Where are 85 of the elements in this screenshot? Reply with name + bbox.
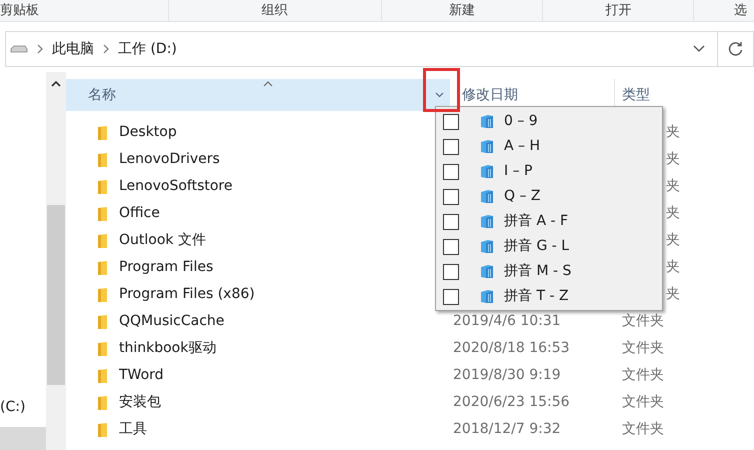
- modified-date: 2020/6/23 15:56: [453, 394, 570, 410]
- checkbox[interactable]: [443, 114, 459, 130]
- file-type: 文件夹: [622, 394, 664, 410]
- refresh-icon[interactable]: [728, 41, 744, 57]
- modified-date: 2018/12/7 9:32: [453, 421, 561, 437]
- ribbon-group-label: 选: [734, 2, 748, 20]
- file-name[interactable]: QQMusicCache: [119, 311, 224, 332]
- file-name[interactable]: LenovoDrivers: [119, 149, 220, 170]
- ribbon-group-label: 剪贴板: [0, 2, 39, 20]
- folder-icon: [97, 340, 108, 356]
- file-type: 夹: [666, 259, 680, 275]
- checkbox[interactable]: [443, 264, 459, 280]
- chevron-icon: [37, 44, 43, 54]
- folder-stack-icon: [480, 214, 494, 229]
- file-name[interactable]: 工具: [119, 419, 147, 440]
- folder-icon: [97, 260, 108, 276]
- folder-icon: [97, 178, 108, 194]
- drive-icon: [10, 44, 28, 54]
- highlight-frame: [423, 68, 460, 112]
- file-type: 夹: [666, 205, 680, 221]
- folder-icon: [97, 124, 108, 140]
- caret-icon: [434, 92, 444, 98]
- folder-stack-icon: [480, 239, 494, 254]
- file-name[interactable]: Program Files: [119, 257, 214, 278]
- file-type: 文件夹: [622, 340, 664, 356]
- checkbox[interactable]: [443, 288, 459, 304]
- folder-stack-icon: [480, 289, 494, 304]
- folder-stack-icon: [480, 139, 494, 154]
- sort-ascending-icon: [263, 81, 273, 87]
- folder-stack-icon: [480, 164, 494, 179]
- file-type: 夹: [666, 124, 680, 140]
- file-name[interactable]: Outlook 文件: [119, 230, 206, 251]
- filter-option[interactable]: Q – Z: [436, 184, 662, 209]
- scrollbar-thumb[interactable]: [47, 205, 65, 385]
- folder-stack-icon: [480, 264, 494, 279]
- scroll-up-icon[interactable]: [51, 80, 61, 87]
- file-name[interactable]: Desktop: [119, 122, 177, 143]
- chevron-icon: [103, 44, 109, 54]
- filter-option[interactable]: I – P: [436, 159, 662, 184]
- breadcrumb[interactable]: 工作 (D:): [118, 38, 177, 60]
- column-header[interactable]: 名称: [66, 79, 428, 111]
- checkbox[interactable]: [443, 214, 459, 230]
- checkbox[interactable]: [443, 238, 459, 254]
- filter-option[interactable]: 拼音 M - S: [436, 259, 662, 284]
- checkbox[interactable]: [443, 188, 459, 204]
- folder-icon: [97, 232, 108, 248]
- file-name[interactable]: Office: [119, 203, 160, 224]
- ribbon-group-label: 打开: [605, 2, 632, 20]
- column-header[interactable]: 类型: [615, 79, 725, 111]
- file-name[interactable]: TWord: [119, 365, 164, 386]
- dropdown-caret-icon[interactable]: [693, 45, 705, 53]
- ribbon-group-label: 新建: [449, 2, 476, 20]
- filter-option[interactable]: 拼音 G - L: [436, 234, 662, 259]
- filter-option[interactable]: 0 – 9: [436, 109, 662, 134]
- ribbon-group-label: 组织: [262, 2, 288, 20]
- file-type: 夹: [666, 178, 680, 194]
- folder-icon: [97, 206, 108, 222]
- modified-date: 2019/4/6 10:31: [453, 313, 561, 329]
- filter-option[interactable]: 拼音 T - Z: [436, 284, 662, 309]
- folder-icon: [97, 314, 108, 330]
- breadcrumb[interactable]: 此电脑: [52, 38, 94, 60]
- folder-icon: [97, 422, 108, 438]
- nav-item[interactable]: (C:): [0, 395, 46, 420]
- folder-icon: [97, 368, 108, 384]
- file-name[interactable]: 安装包: [119, 392, 161, 413]
- folder-icon: [97, 152, 108, 168]
- folder-stack-icon: [480, 189, 494, 204]
- file-type: 夹: [666, 286, 680, 302]
- file-type: 文件夹: [622, 367, 664, 383]
- modified-date: 2019/8/30 9:19: [453, 367, 561, 383]
- checkbox[interactable]: [443, 164, 459, 180]
- folder-icon: [97, 286, 108, 302]
- file-name[interactable]: Program Files (x86): [119, 284, 255, 305]
- folder-icon: [97, 394, 108, 410]
- file-name[interactable]: thinkbook驱动: [119, 338, 216, 359]
- filter-option[interactable]: A – H: [436, 134, 662, 159]
- checkbox[interactable]: [443, 138, 459, 154]
- file-name[interactable]: LenovoSoftstore: [119, 176, 232, 197]
- file-type: 文件夹: [622, 421, 664, 437]
- folder-stack-icon: [480, 114, 494, 129]
- modified-date: 2020/8/18 16:53: [453, 340, 570, 356]
- file-type: 夹: [666, 232, 680, 248]
- file-type: 夹: [666, 151, 680, 167]
- filter-option[interactable]: 拼音 A - F: [436, 209, 662, 234]
- file-type: 文件夹: [622, 313, 664, 329]
